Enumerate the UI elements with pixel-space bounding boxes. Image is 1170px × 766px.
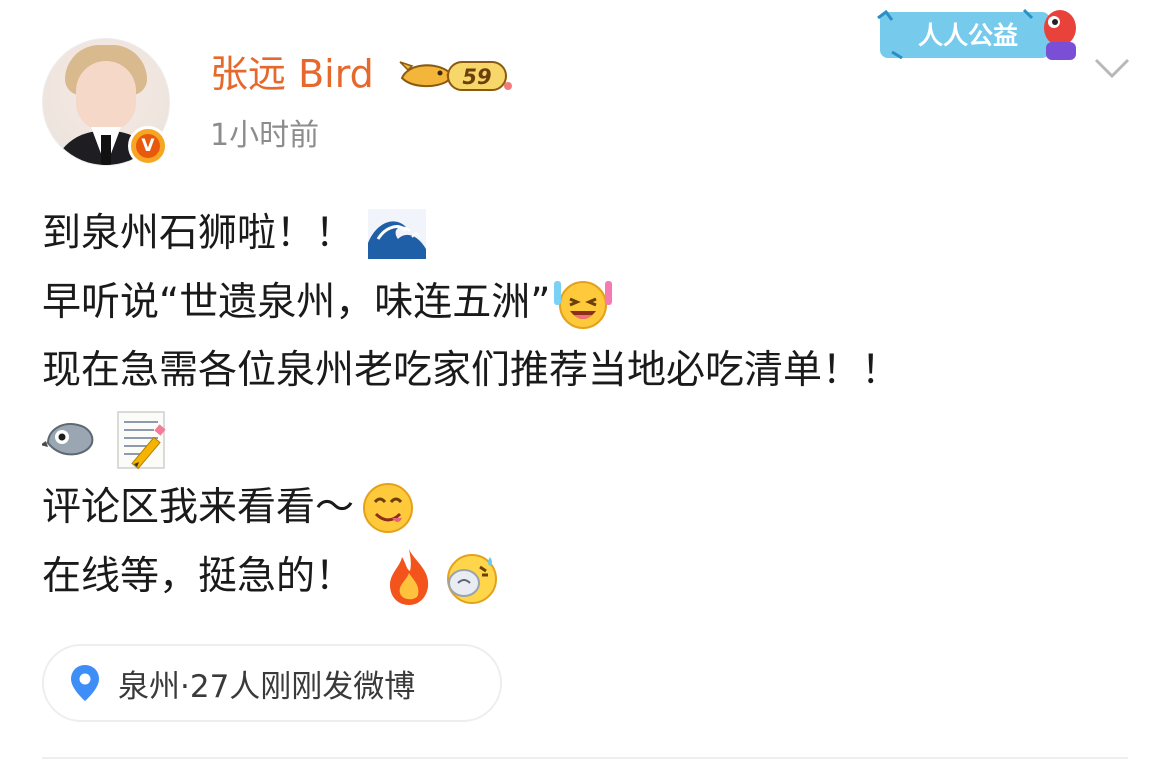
location-pin-icon xyxy=(71,665,99,701)
post-line: 早听说“世遗泉州，味连五洲” xyxy=(42,269,900,338)
bird-emoji xyxy=(42,422,94,455)
charity-badge[interactable]: 人人公益 xyxy=(874,4,1086,64)
sweat-emoji xyxy=(447,553,498,604)
verified-mark: V xyxy=(136,134,160,158)
post-line: 评论区我来看看～ xyxy=(42,474,900,543)
post-line: 现在急需各位泉州老吃家们推荐当地必吃清单！！ xyxy=(42,337,900,406)
laughing-emoji xyxy=(554,280,613,329)
avatar-face xyxy=(76,61,136,131)
location-chip[interactable]: 泉州·27人刚刚发微博 xyxy=(42,644,502,722)
charity-text: 人人公益 xyxy=(918,21,1018,50)
divider xyxy=(42,757,1128,759)
yum-emoji xyxy=(363,483,414,534)
level-badge[interactable]: 59 xyxy=(398,56,514,96)
memo-emoji xyxy=(117,411,166,470)
verified-badge-icon: V xyxy=(128,126,168,166)
post-line-text: 现在急需各位泉州老吃家们推荐当地必吃清单！！ xyxy=(42,348,901,393)
avatar-tie xyxy=(101,135,111,165)
post-line: 在线等，挺急的！ xyxy=(42,543,900,612)
level-number: 59 xyxy=(462,65,491,89)
level-flower-icon xyxy=(504,82,512,90)
post-line-text: 到泉州石狮啦！！ xyxy=(42,211,355,256)
author-name[interactable]: 张远 Bird xyxy=(210,52,374,96)
post-line-text: 早听说“世遗泉州，味连五洲” xyxy=(42,279,551,325)
post-time: 1小时前 xyxy=(210,118,320,153)
post-line: 到泉州石狮啦！！ xyxy=(42,200,900,269)
post-line-text: 在线等，挺急的！ xyxy=(42,553,355,599)
wave-emoji xyxy=(368,209,427,260)
location-text: 泉州·27人刚刚发微博 xyxy=(118,668,416,705)
chevron-down-icon[interactable] xyxy=(1092,56,1132,80)
post-line xyxy=(42,406,900,475)
mascot-icon xyxy=(1044,10,1076,60)
post-line-text: 评论区我来看看～ xyxy=(42,485,355,530)
post-body: 到泉州石狮啦！！ 早听说“世遗泉州，味连五洲” 现在急需各位泉州老吃家们推荐当地… xyxy=(42,200,900,611)
fire-emoji xyxy=(390,548,429,605)
